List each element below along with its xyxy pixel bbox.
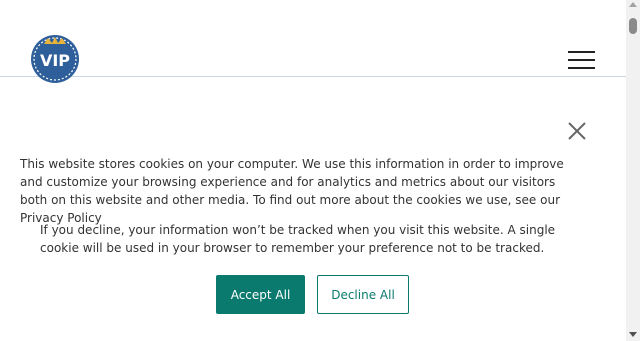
decline-all-button[interactable]: Decline All: [317, 275, 409, 314]
hamburger-icon[interactable]: [568, 51, 595, 69]
scrollbar[interactable]: [626, 0, 640, 341]
scroll-down-arrow-icon[interactable]: [629, 332, 637, 337]
site-header: VIP: [0, 0, 626, 83]
vip-logo[interactable]: VIP: [30, 34, 80, 84]
logo-text: VIP: [40, 51, 70, 70]
accept-all-button[interactable]: Accept All: [216, 275, 305, 314]
decline-info-text: If you decline, your information won’t b…: [40, 223, 556, 255]
cookie-message: This website stores cookies on your comp…: [20, 157, 564, 225]
scroll-thumb[interactable]: [629, 18, 637, 34]
scroll-up-arrow-icon[interactable]: [629, 2, 637, 7]
close-icon[interactable]: [566, 120, 588, 142]
